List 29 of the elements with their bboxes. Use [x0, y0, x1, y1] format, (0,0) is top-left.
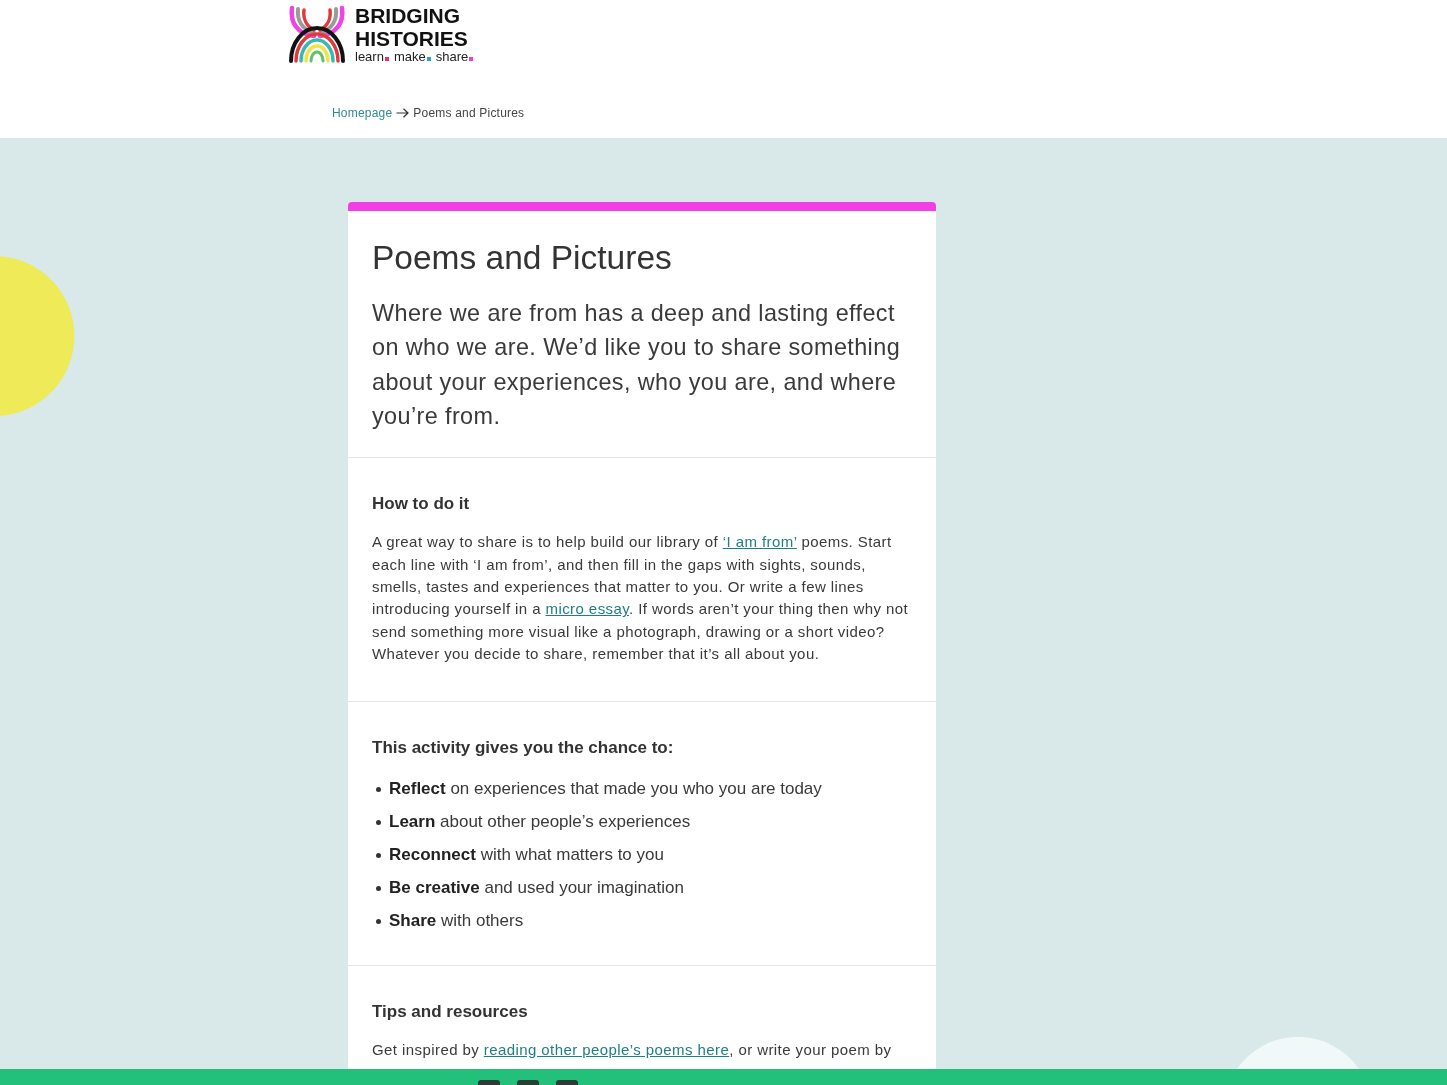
section-heading: This activity gives you the chance to: [372, 736, 675, 759]
body-text: A great way to share is to help build our library of ‘I am from’ poems. Start each line with ‘I am from’, and then fill in the gaps with sights, sounds, smells, tastes and experiences that matter to you. Or write a few lines introducing yourself in a micro essay. If words aren’t your thing then why not send something more visual like a photograph, drawing or a short video? Whatever you decide to share, remember that it’s all about you. [372, 532, 910, 665]
logo-title: HISTORIES [355, 27, 469, 50]
bullet-icon [376, 918, 381, 924]
section-heading: How to do it [372, 493, 471, 516]
butterfly-logo-icon[interactable] [288, 5, 346, 63]
intro-text: Where we are from has a deep and lasting effect on who we are. We’d like you to share something about your experiences, who you are, and where you’re from. [372, 299, 902, 431]
bullet-icon [376, 885, 381, 891]
bullet-icon [376, 819, 381, 825]
list-item-text: Reconnect with what matters to you [389, 844, 664, 867]
text-link[interactable]: micro essay [545, 600, 630, 618]
logo-tagline-word: make [393, 50, 426, 64]
section-heading: Tips and resources [372, 1000, 529, 1023]
bullet-icon [376, 852, 381, 858]
arrow-icon [396, 108, 410, 118]
text-link[interactable]: ‘I am from’ [722, 533, 797, 551]
logo-title: BRIDGING [355, 4, 461, 27]
list-item-text: Learn about other people’s experiences [389, 811, 691, 834]
page-title: Poems and Pictures [372, 238, 673, 278]
body-text: Get inspired by reading other people’s poems here, or write your poem by [372, 1039, 893, 1060]
list-item-text: Reflect on experiences that made you who you are today [389, 778, 822, 801]
list-item-text: Be creative and used your imagination [389, 877, 684, 900]
logo-tagline-word: share [435, 50, 469, 64]
text-link[interactable]: reading other people’s poems here [483, 1040, 730, 1058]
logo-tagline-word: learn [355, 50, 384, 64]
breadcrumb-current: Poems and Pictures [413, 105, 525, 121]
bullet-icon [376, 786, 381, 792]
breadcrumb-link[interactable]: Homepage [332, 105, 393, 121]
list-item-text: Share with others [389, 910, 524, 933]
